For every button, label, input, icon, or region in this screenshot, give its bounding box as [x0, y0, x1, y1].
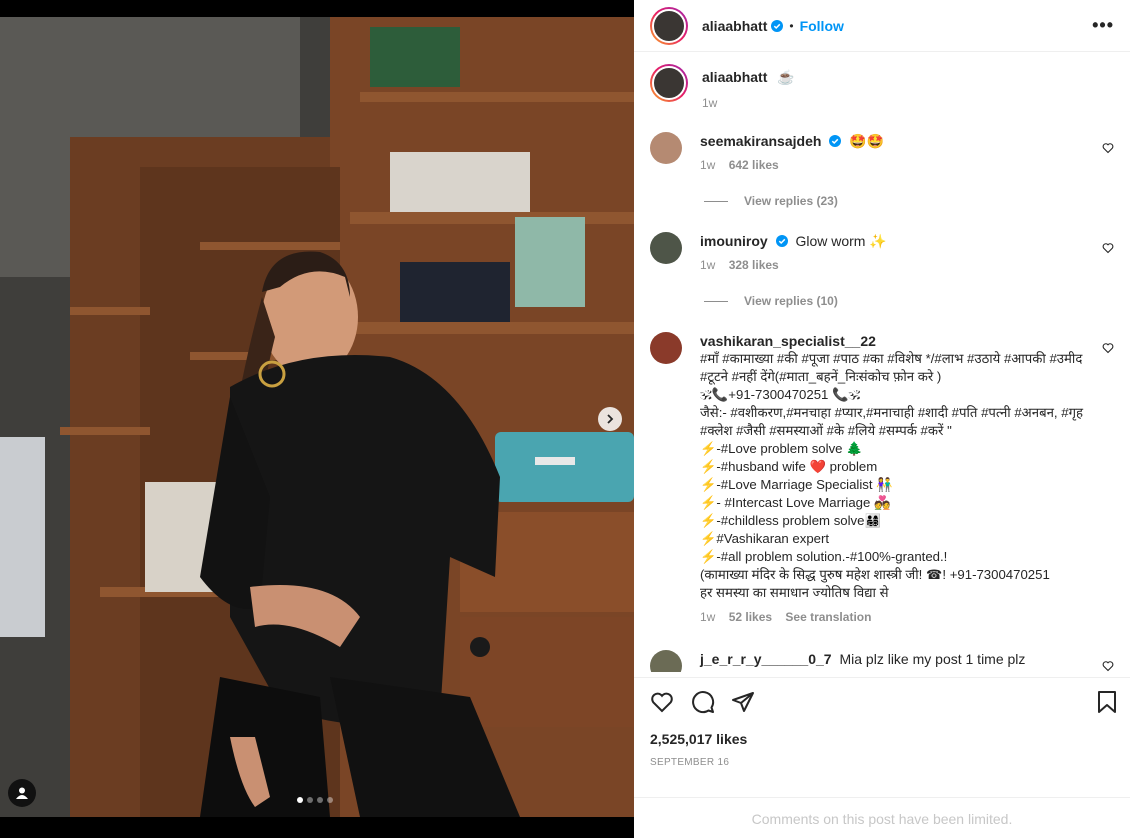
comment-likes[interactable]: 642 likes: [729, 158, 779, 172]
comments-limited-notice: Comments on this post have been limited.: [634, 797, 1130, 838]
verified-badge-icon: [771, 19, 784, 32]
share-icon[interactable]: [731, 690, 755, 714]
comment-text: 🤩🤩: [849, 133, 885, 149]
more-options-icon[interactable]: •••: [1092, 15, 1114, 36]
commenter-avatar[interactable]: [650, 650, 682, 672]
bookmark-icon[interactable]: [1096, 690, 1118, 714]
comment-time: 1w: [700, 258, 716, 272]
caption-time: 1w: [702, 96, 718, 110]
comment-icon[interactable]: [691, 690, 715, 714]
commenter-username[interactable]: j_e_r_r_y______0_7: [700, 651, 832, 667]
author-avatar[interactable]: [650, 6, 688, 45]
see-translation-button[interactable]: See translation: [785, 610, 871, 624]
post-panel: aliaabhatt • Follow ••• aliaabhatt ☕ 1w …: [634, 0, 1130, 838]
carousel-dot: [317, 797, 323, 803]
commenter-username[interactable]: seemakiransajdeh: [700, 133, 821, 149]
follow-button[interactable]: Follow: [800, 18, 844, 34]
user-tag-icon: [16, 787, 28, 799]
comment-time: 1w: [700, 610, 716, 624]
commenter-avatar[interactable]: [650, 332, 682, 364]
replies-divider: [704, 300, 728, 302]
comment-likes[interactable]: 52 likes: [729, 610, 772, 624]
comment-time: 1w: [700, 158, 716, 172]
carousel-dot-active: [297, 797, 303, 803]
comment-text: #माँ #कामाख्या #की #पूजा #पाठ #का #विशेष…: [700, 351, 1084, 600]
verified-badge-icon: [829, 135, 842, 147]
separator-bullet: •: [789, 18, 794, 33]
comment-item: imouniroy Glow worm ✨ 1w 328 likes: [650, 232, 1120, 274]
commenter-avatar[interactable]: [650, 132, 682, 164]
post-actions: [634, 677, 1130, 727]
view-replies-label: View replies (23): [744, 194, 838, 208]
likes-count[interactable]: 2,525,017 likes: [650, 731, 747, 747]
comments-list[interactable]: aliaabhatt ☕ 1w seemakiransajdeh 🤩🤩 1w 6…: [634, 52, 1130, 672]
chevron-right-icon: [607, 414, 614, 424]
comment-item: vashikaran_specialist__22 #माँ #कामाख्या…: [650, 332, 1120, 626]
comment-like-icon[interactable]: [1102, 242, 1114, 254]
user-tag-button[interactable]: [8, 779, 36, 807]
comment-text: Glow worm ✨: [795, 233, 887, 249]
verified-badge-icon: [775, 235, 788, 247]
comment-like-icon[interactable]: [1102, 660, 1114, 672]
replies-divider: [704, 200, 728, 202]
commenter-username[interactable]: imouniroy: [700, 233, 768, 249]
comment-item: j_e_r_r_y______0_7 Mia plz like my post …: [650, 650, 1120, 672]
post-photo[interactable]: [0, 17, 634, 817]
view-replies-button[interactable]: View replies (23): [704, 194, 838, 208]
post-media: [0, 0, 634, 838]
author-username[interactable]: aliaabhatt: [702, 18, 767, 34]
carousel-dot: [327, 797, 333, 803]
carousel-indicator: [297, 797, 333, 803]
comment-likes[interactable]: 328 likes: [729, 258, 779, 272]
commenter-username[interactable]: vashikaran_specialist__22: [700, 333, 876, 349]
view-replies-label: View replies (10): [744, 294, 838, 308]
carousel-next-button[interactable]: [598, 407, 622, 431]
comment-text: Mia plz like my post 1 time plz: [839, 651, 1026, 667]
view-replies-button[interactable]: View replies (10): [704, 294, 838, 308]
post-header: aliaabhatt • Follow •••: [634, 0, 1130, 52]
heart-icon[interactable]: [650, 690, 674, 714]
caption-text: ☕: [777, 69, 795, 85]
commenter-avatar[interactable]: [650, 232, 682, 264]
post-date: SEPTEMBER 16: [650, 757, 730, 768]
author-avatar[interactable]: [650, 64, 688, 102]
photo-illustration: [0, 17, 634, 817]
comment-item: seemakiransajdeh 🤩🤩 1w 642 likes: [650, 132, 1120, 174]
carousel-dot: [307, 797, 313, 803]
comment-like-icon[interactable]: [1102, 342, 1114, 354]
caption: aliaabhatt ☕ 1w: [650, 64, 1120, 112]
comment-like-icon[interactable]: [1102, 142, 1114, 154]
caption-username[interactable]: aliaabhatt: [702, 69, 767, 85]
